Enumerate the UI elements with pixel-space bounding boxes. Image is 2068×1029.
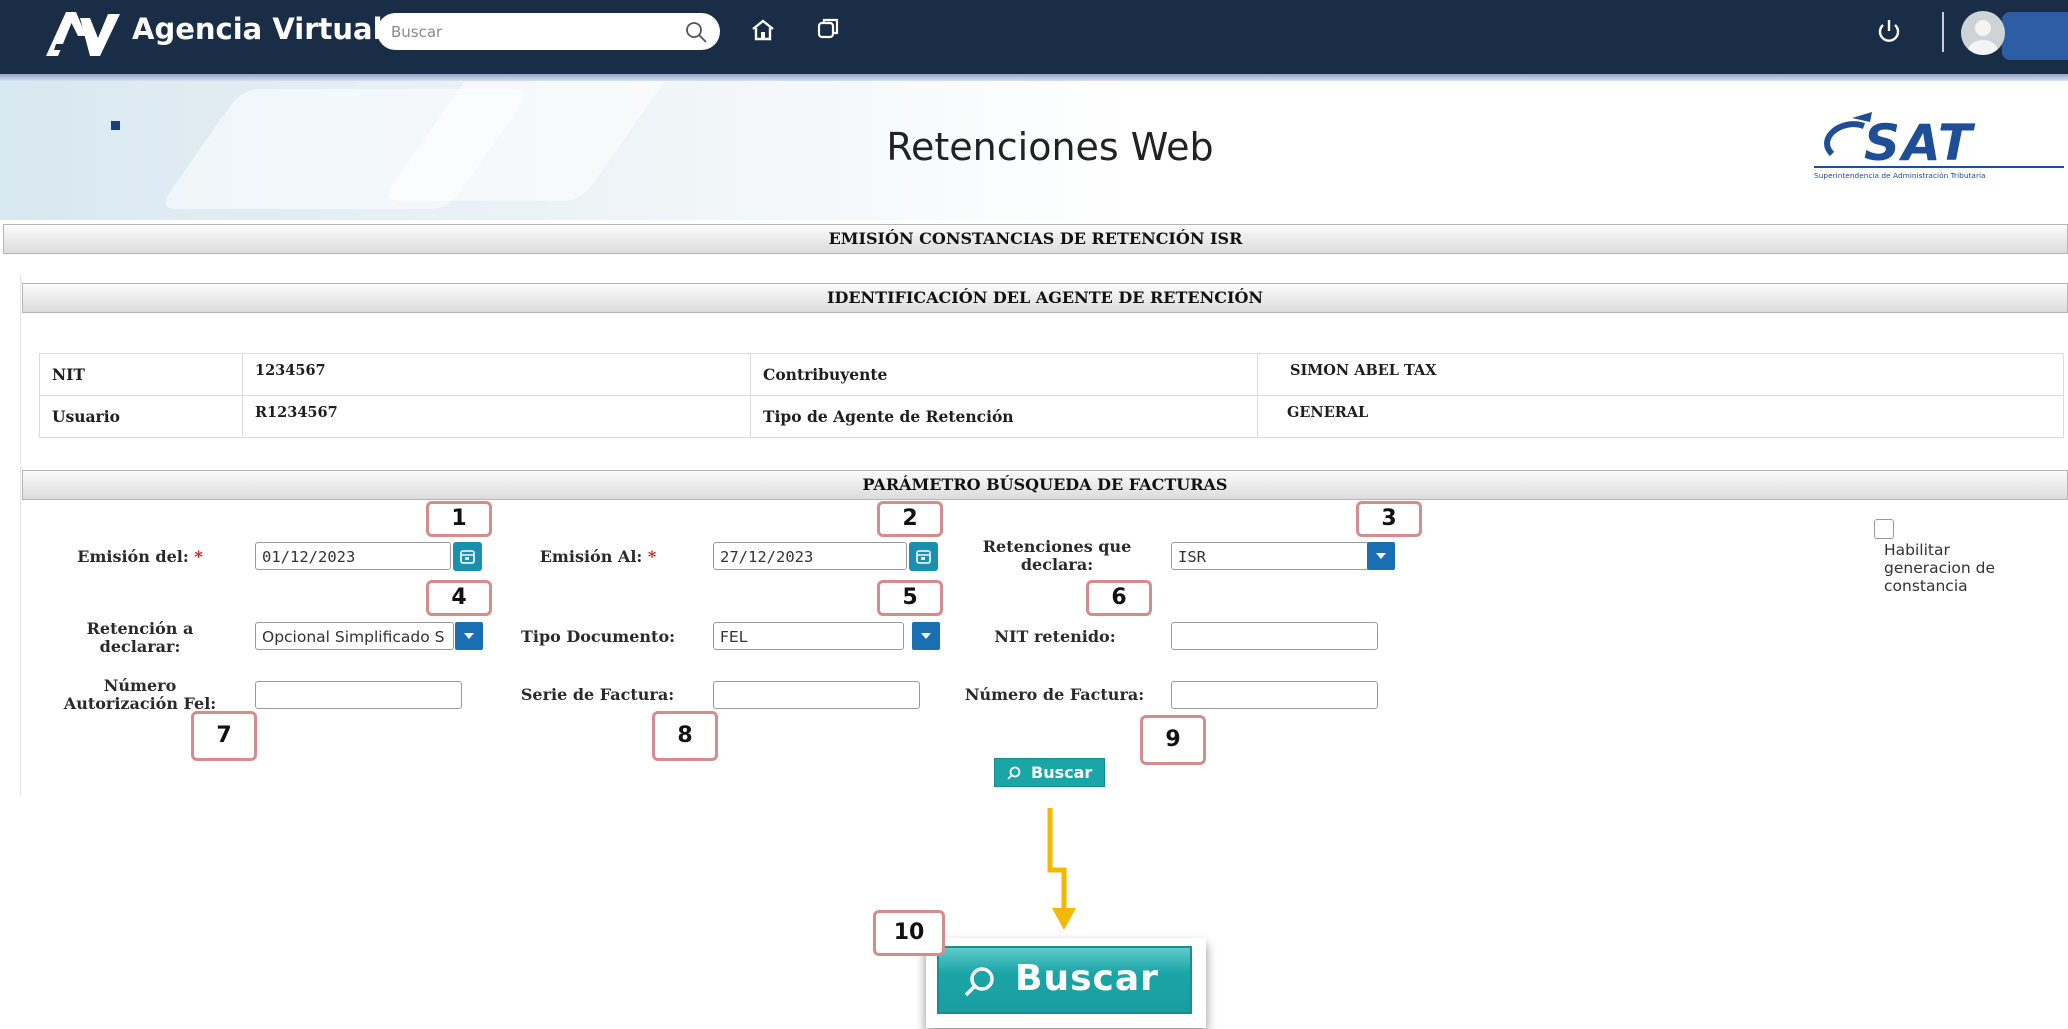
- serie-factura-label: Serie de Factura:: [520, 685, 675, 704]
- topbar-accent-line: [0, 74, 2068, 81]
- nit-retenido-label: NIT retenido:: [994, 627, 1116, 646]
- emision-del-label: Emisión del: *: [60, 548, 220, 566]
- emision-del-input[interactable]: 01/12/2023: [255, 542, 451, 570]
- windows-icon[interactable]: [815, 17, 841, 43]
- search-icon: [1007, 766, 1021, 780]
- emision-del-calendar-button[interactable]: [453, 542, 482, 571]
- annotation-badge-1: 1: [426, 501, 492, 537]
- power-icon[interactable]: [1875, 17, 1903, 45]
- serie-factura-input[interactable]: [713, 681, 920, 709]
- retenciones-declara-label: Retenciones que declara:: [967, 538, 1147, 574]
- habilitar-line-1: Habilitar: [1884, 541, 1950, 559]
- usuario-value: R1234567: [242, 395, 751, 438]
- annotation-badge-5: 5: [877, 580, 943, 616]
- emision-al-calendar-button[interactable]: [909, 542, 938, 571]
- annotation-badge-6: 6: [1086, 580, 1152, 616]
- agent-section-header: IDENTIFICACIÓN DEL AGENTE DE RETENCIÓN: [22, 283, 2068, 313]
- tipo-agente-value: GENERAL: [1257, 395, 2064, 438]
- search-icon: [964, 967, 994, 997]
- numero-autorizacion-label: Número Autorización Fel:: [55, 677, 225, 713]
- retenciones-label-line-1: Retenciones que: [982, 537, 1132, 556]
- habilitar-checkbox[interactable]: [1874, 519, 1894, 539]
- calendar-icon: [460, 550, 475, 564]
- numero-factura-label: Número de Factura:: [964, 685, 1145, 704]
- tipo-agente-label: Tipo de Agente de Retención: [750, 395, 1258, 438]
- params-section-header: PARÁMETRO BÚSQUEDA DE FACTURAS: [22, 470, 2068, 500]
- tipo-documento-dropdown-button[interactable]: [912, 622, 940, 650]
- nit-label: NIT: [39, 353, 243, 396]
- avatar[interactable]: [1961, 11, 2005, 55]
- retencion-label-line-1: Retención a: [86, 619, 194, 638]
- habilitar-line-3: constancia: [1884, 577, 1968, 595]
- nit-retenido-input[interactable]: [1171, 622, 1378, 650]
- emision-al-label: Emisión Al: *: [528, 548, 668, 566]
- user-menu-tab[interactable]: [2002, 12, 2068, 60]
- nit-value: 1234567: [242, 353, 751, 396]
- home-icon[interactable]: [750, 17, 776, 43]
- retencion-declarar-select[interactable]: Opcional Simplificado S: [255, 622, 454, 650]
- numero-aut-line-1: Número: [103, 676, 177, 695]
- retencion-label-line-2: declarar:: [99, 637, 181, 656]
- retenciones-select[interactable]: ISR: [1171, 542, 1369, 570]
- global-search[interactable]: [377, 13, 720, 50]
- required-mark: *: [194, 547, 203, 566]
- annotation-badge-8: 8: [652, 711, 718, 761]
- emision-al-input[interactable]: 27/12/2023: [713, 542, 907, 570]
- retencion-declarar-label: Retención a declarar:: [60, 620, 220, 656]
- habilitar-line-2: generacion de: [1884, 559, 1996, 577]
- habilitar-label: Habilitar generacion de constancia: [1884, 541, 1995, 595]
- search-icon[interactable]: [684, 20, 708, 44]
- annotation-badge-7: 7: [191, 711, 257, 761]
- callout-arrow: [1047, 808, 1076, 930]
- page-banner: Retenciones Web SAT Superintendencia de …: [0, 81, 2068, 220]
- annotation-badge-2: 2: [877, 501, 943, 537]
- usuario-label: Usuario: [39, 395, 243, 438]
- numero-autorizacion-input[interactable]: [255, 681, 462, 709]
- annotation-badge-3: 3: [1356, 501, 1422, 537]
- emision-del-text: Emisión del:: [77, 547, 189, 566]
- sat-logo: SAT Superintendencia de Administración T…: [1814, 112, 2064, 180]
- contribuyente-value: SIMON ABEL TAX: [1257, 353, 2064, 396]
- table-row: NIT 1234567 Contribuyente SIMON ABEL TAX: [39, 353, 2064, 396]
- tipo-documento-label: Tipo Documento:: [520, 627, 676, 646]
- search-input[interactable]: [391, 19, 661, 44]
- contribuyente-label: Contribuyente: [750, 353, 1258, 396]
- zoomed-buscar-button[interactable]: Buscar: [937, 946, 1192, 1014]
- annotation-badge-4: 4: [426, 580, 492, 616]
- sat-logo-text: SAT: [1864, 114, 1976, 172]
- agent-info-table: NIT 1234567 Contribuyente SIMON ABEL TAX…: [39, 353, 2064, 438]
- numero-factura-input[interactable]: [1171, 681, 1378, 709]
- main-section-header: EMISIÓN CONSTANCIAS DE RETENCIÓN ISR: [3, 224, 2068, 254]
- tipo-documento-select[interactable]: FEL: [713, 622, 904, 650]
- calendar-icon: [916, 550, 931, 564]
- page-title: Retenciones Web: [886, 125, 1214, 169]
- buscar-label: Buscar: [1031, 763, 1093, 782]
- app-title: Agencia Virtual: [132, 12, 383, 46]
- zoomed-buscar-callout: Buscar: [926, 938, 1206, 1028]
- table-row: Usuario R1234567 Tipo de Agente de Reten…: [39, 395, 2064, 438]
- topbar-divider: [1942, 12, 1944, 52]
- retenciones-label-line-2: declara:: [1020, 555, 1094, 574]
- sat-logo-subtitle: Superintendencia de Administración Tribu…: [1814, 171, 1986, 180]
- annotation-badge-10: 10: [873, 910, 945, 956]
- annotation-badge-9: 9: [1140, 715, 1206, 765]
- buscar-button[interactable]: Buscar: [994, 758, 1105, 787]
- emision-al-text: Emisión Al:: [539, 547, 643, 566]
- required-mark: *: [647, 547, 657, 566]
- retencion-dropdown-button[interactable]: [455, 622, 483, 650]
- agencia-virtual-logo[interactable]: [44, 8, 122, 58]
- zoomed-buscar-label: Buscar: [1015, 958, 1159, 999]
- retenciones-dropdown-button[interactable]: [1367, 542, 1395, 570]
- top-navigation-bar: Agencia Virtual: [0, 0, 2068, 74]
